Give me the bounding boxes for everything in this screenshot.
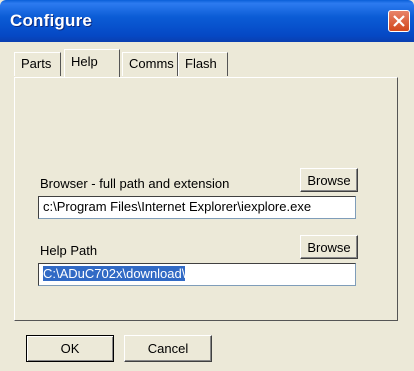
help-path-label: Help Path xyxy=(40,243,98,258)
browser-browse-button[interactable]: Browse xyxy=(300,168,358,192)
help-path-browse-label: Browse xyxy=(307,239,351,255)
close-button[interactable] xyxy=(388,10,410,32)
tab-comms-label: Comms xyxy=(129,56,174,71)
browser-path-value: c:\Program Files\Internet Explorer\iexpl… xyxy=(43,199,312,214)
cancel-button-label: Cancel xyxy=(147,341,189,356)
tab-flash-label: Flash xyxy=(185,56,217,71)
close-icon xyxy=(393,15,405,27)
ok-button-label: OK xyxy=(60,341,80,356)
tab-parts-label: Parts xyxy=(21,56,52,71)
tab-comms[interactable]: Comms xyxy=(122,52,178,76)
browser-path-label: Browser - full path and extension xyxy=(40,176,230,191)
configure-dialog: Configure Parts Help Comms Flash Browser… xyxy=(0,0,414,371)
title-bar[interactable]: Configure xyxy=(0,0,414,42)
tab-help-label: Help xyxy=(71,54,98,69)
browser-browse-label: Browse xyxy=(307,172,351,188)
help-path-field[interactable]: C:\ADuC702x\download\ xyxy=(38,263,356,286)
cancel-button[interactable]: Cancel xyxy=(124,335,212,362)
help-path-browse-button[interactable]: Browse xyxy=(300,235,358,259)
ok-button[interactable]: OK xyxy=(26,335,114,362)
tab-help[interactable]: Help xyxy=(64,49,120,77)
help-path-value: C:\ADuC702x\download\ xyxy=(43,266,186,281)
tab-flash[interactable]: Flash xyxy=(178,52,228,76)
tab-parts[interactable]: Parts xyxy=(14,52,61,76)
window-title: Configure xyxy=(10,11,93,30)
browser-path-field[interactable]: c:\Program Files\Internet Explorer\iexpl… xyxy=(38,196,356,219)
